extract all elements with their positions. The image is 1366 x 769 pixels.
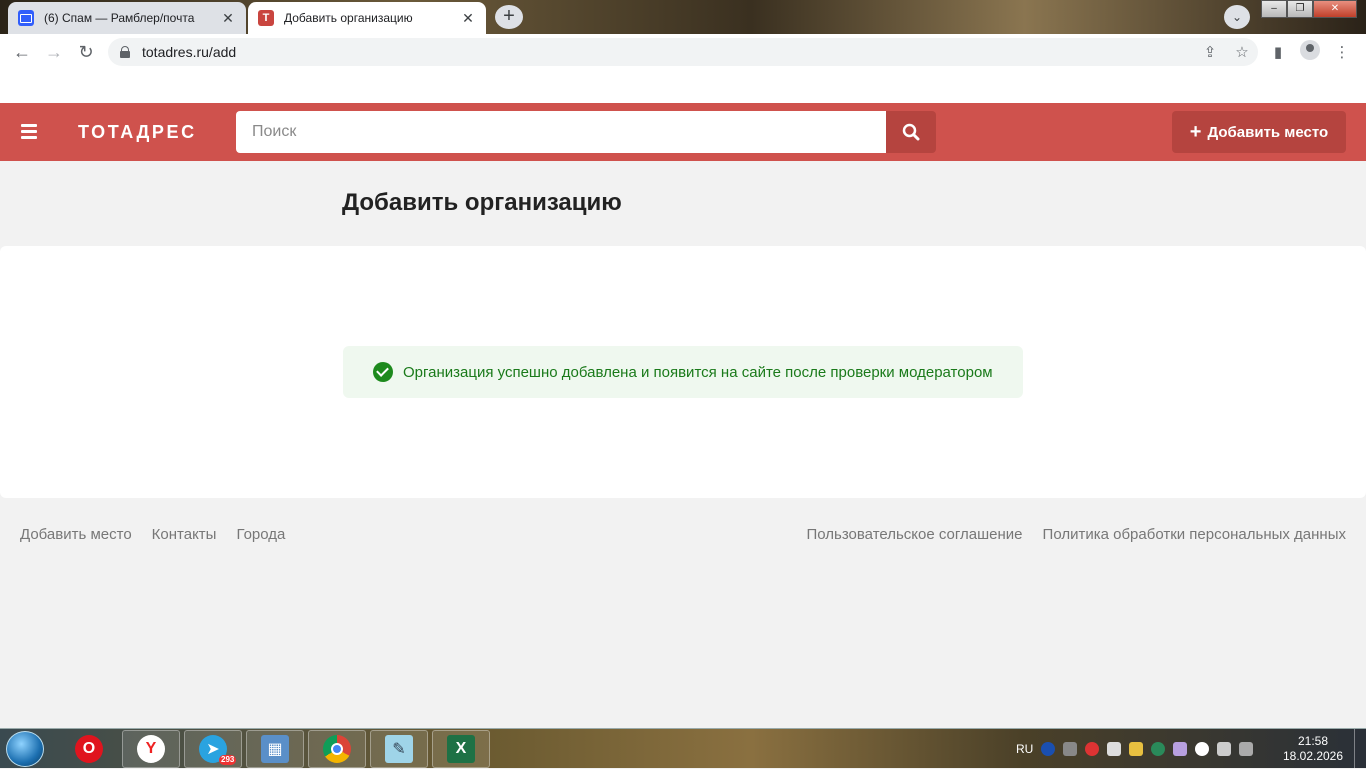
check-circle-icon	[373, 362, 393, 382]
edge-icon[interactable]	[1151, 742, 1166, 756]
volume-icon[interactable]	[1239, 742, 1254, 756]
share-icon[interactable]: ⇪	[1194, 43, 1226, 61]
tab-search-icon[interactable]: ⌄	[1224, 5, 1250, 29]
notepad-taskbar-button[interactable]: ✎	[370, 730, 428, 768]
search-input[interactable]	[236, 111, 886, 153]
window-controls: – ❐ ✕	[1261, 0, 1357, 18]
excel-icon: X	[447, 735, 475, 763]
system-tray: RU	[1016, 729, 1261, 769]
control-panel-taskbar-button[interactable]: ▦	[246, 730, 304, 768]
success-message: Организация успешно добавлена и появится…	[403, 363, 993, 381]
back-arrow-icon[interactable]: ←	[6, 36, 38, 68]
minimize-icon[interactable]: –	[1261, 0, 1287, 18]
page-title: Добавить организацию	[342, 189, 622, 216]
search-bar	[236, 111, 936, 153]
opera-taskbar-button[interactable]: O	[60, 730, 118, 768]
footer-link-contacts[interactable]: Контакты	[152, 526, 217, 543]
excel-taskbar-button[interactable]: X	[432, 730, 490, 768]
site-header: ТОТАДРЕС + Добавить место	[0, 103, 1366, 161]
close-tab-icon[interactable]: ✕	[220, 10, 236, 27]
chrome-icon	[323, 735, 351, 763]
antivirus-icon[interactable]	[1085, 742, 1100, 756]
utility-icon[interactable]	[1173, 742, 1188, 756]
success-alert: Организация успешно добавлена и появится…	[343, 346, 1023, 398]
tab-add-organization[interactable]: T Добавить организацию ✕	[248, 2, 486, 34]
content-card: Организация успешно добавлена и появится…	[0, 246, 1366, 498]
close-tab-icon[interactable]: ✕	[460, 10, 476, 27]
new-tab-button[interactable]: +	[495, 5, 523, 29]
address-bar[interactable]: totadres.ru/add ⇪ ☆	[108, 38, 1258, 66]
url-text: totadres.ru/add	[142, 44, 237, 60]
close-window-icon[interactable]: ✕	[1313, 0, 1357, 18]
signal-bars-icon[interactable]	[1129, 742, 1144, 756]
forward-arrow-icon[interactable]: →	[38, 36, 70, 68]
reload-icon[interactable]: ↻	[70, 36, 102, 68]
side-panel-icon[interactable]: ▮	[1262, 43, 1294, 61]
t-icon: T	[258, 10, 274, 26]
telegram-unread-badge: 293	[219, 755, 237, 765]
browser-tabbar: (6) Спам — Рамблер/почта ✕ T Добавить ор…	[0, 0, 1366, 34]
footer-left-links: Добавить место Контакты Города	[20, 526, 305, 543]
yandex-browser-taskbar-button[interactable]: Y	[122, 730, 180, 768]
top-spacer	[0, 70, 1366, 103]
hamburger-menu-icon[interactable]	[21, 124, 37, 139]
system-clock[interactable]: 21:58 18.02.2026	[1282, 734, 1344, 764]
action-center-flag-icon[interactable]	[1217, 742, 1232, 756]
web-page: ТОТАДРЕС + Добавить место Добавить орган…	[0, 70, 1366, 728]
notepad-icon: ✎	[385, 735, 413, 763]
show-desktop-button[interactable]	[1354, 729, 1366, 769]
windows-taskbar: O Y ➤ 293 ▦ ✎ X RU 21:58 18.02.2026	[0, 728, 1366, 769]
clock-time: 21:58	[1297, 734, 1329, 748]
clipboard-icon[interactable]	[1107, 742, 1122, 756]
bookmark-star-icon[interactable]: ☆	[1226, 43, 1258, 61]
control-panel-icon: ▦	[261, 735, 289, 763]
clock-date: 18.02.2026	[1282, 749, 1344, 763]
menu-kebab-icon[interactable]: ⋮	[1326, 43, 1358, 61]
chrome-taskbar-button[interactable]	[308, 730, 366, 768]
add-place-button[interactable]: + Добавить место	[1172, 111, 1346, 153]
browser-toolbar: ← → ↻ totadres.ru/add ⇪ ☆ ▮ ⋮	[0, 34, 1366, 70]
footer-link-privacy-policy[interactable]: Политика обработки персональных данных	[1043, 526, 1346, 543]
help-icon[interactable]	[1041, 742, 1056, 756]
language-indicator[interactable]: RU	[1016, 742, 1033, 756]
network-switch-icon[interactable]	[1063, 742, 1078, 756]
search-button[interactable]	[886, 111, 936, 153]
add-place-label: Добавить место	[1207, 123, 1329, 141]
yandex-browser-icon: Y	[137, 735, 165, 763]
start-button-icon[interactable]	[6, 731, 44, 767]
footer-link-cities[interactable]: Города	[236, 526, 285, 543]
tab-title: (6) Спам — Рамблер/почта	[44, 11, 195, 25]
search-icon	[902, 123, 920, 141]
site-logo[interactable]: ТОТАДРЕС	[78, 122, 197, 143]
footer-link-add-place[interactable]: Добавить место	[20, 526, 132, 543]
footer-right-links: Пользовательское соглашение Политика обр…	[786, 526, 1346, 543]
footer-link-user-agreement[interactable]: Пользовательское соглашение	[806, 526, 1022, 543]
tab-rambler-mail[interactable]: (6) Спам — Рамблер/почта ✕	[8, 2, 246, 34]
profile-avatar-icon[interactable]	[1294, 40, 1326, 64]
telegram-icon: ➤ 293	[199, 735, 237, 765]
yandex-tray-icon[interactable]	[1195, 742, 1210, 756]
telegram-taskbar-button[interactable]: ➤ 293	[184, 730, 242, 768]
restore-icon[interactable]: ❐	[1287, 0, 1313, 18]
tab-title: Добавить организацию	[284, 11, 413, 25]
plus-icon: +	[1189, 121, 1202, 143]
lock-icon	[120, 46, 130, 58]
opera-icon: O	[75, 735, 103, 763]
mail-icon	[18, 10, 34, 26]
